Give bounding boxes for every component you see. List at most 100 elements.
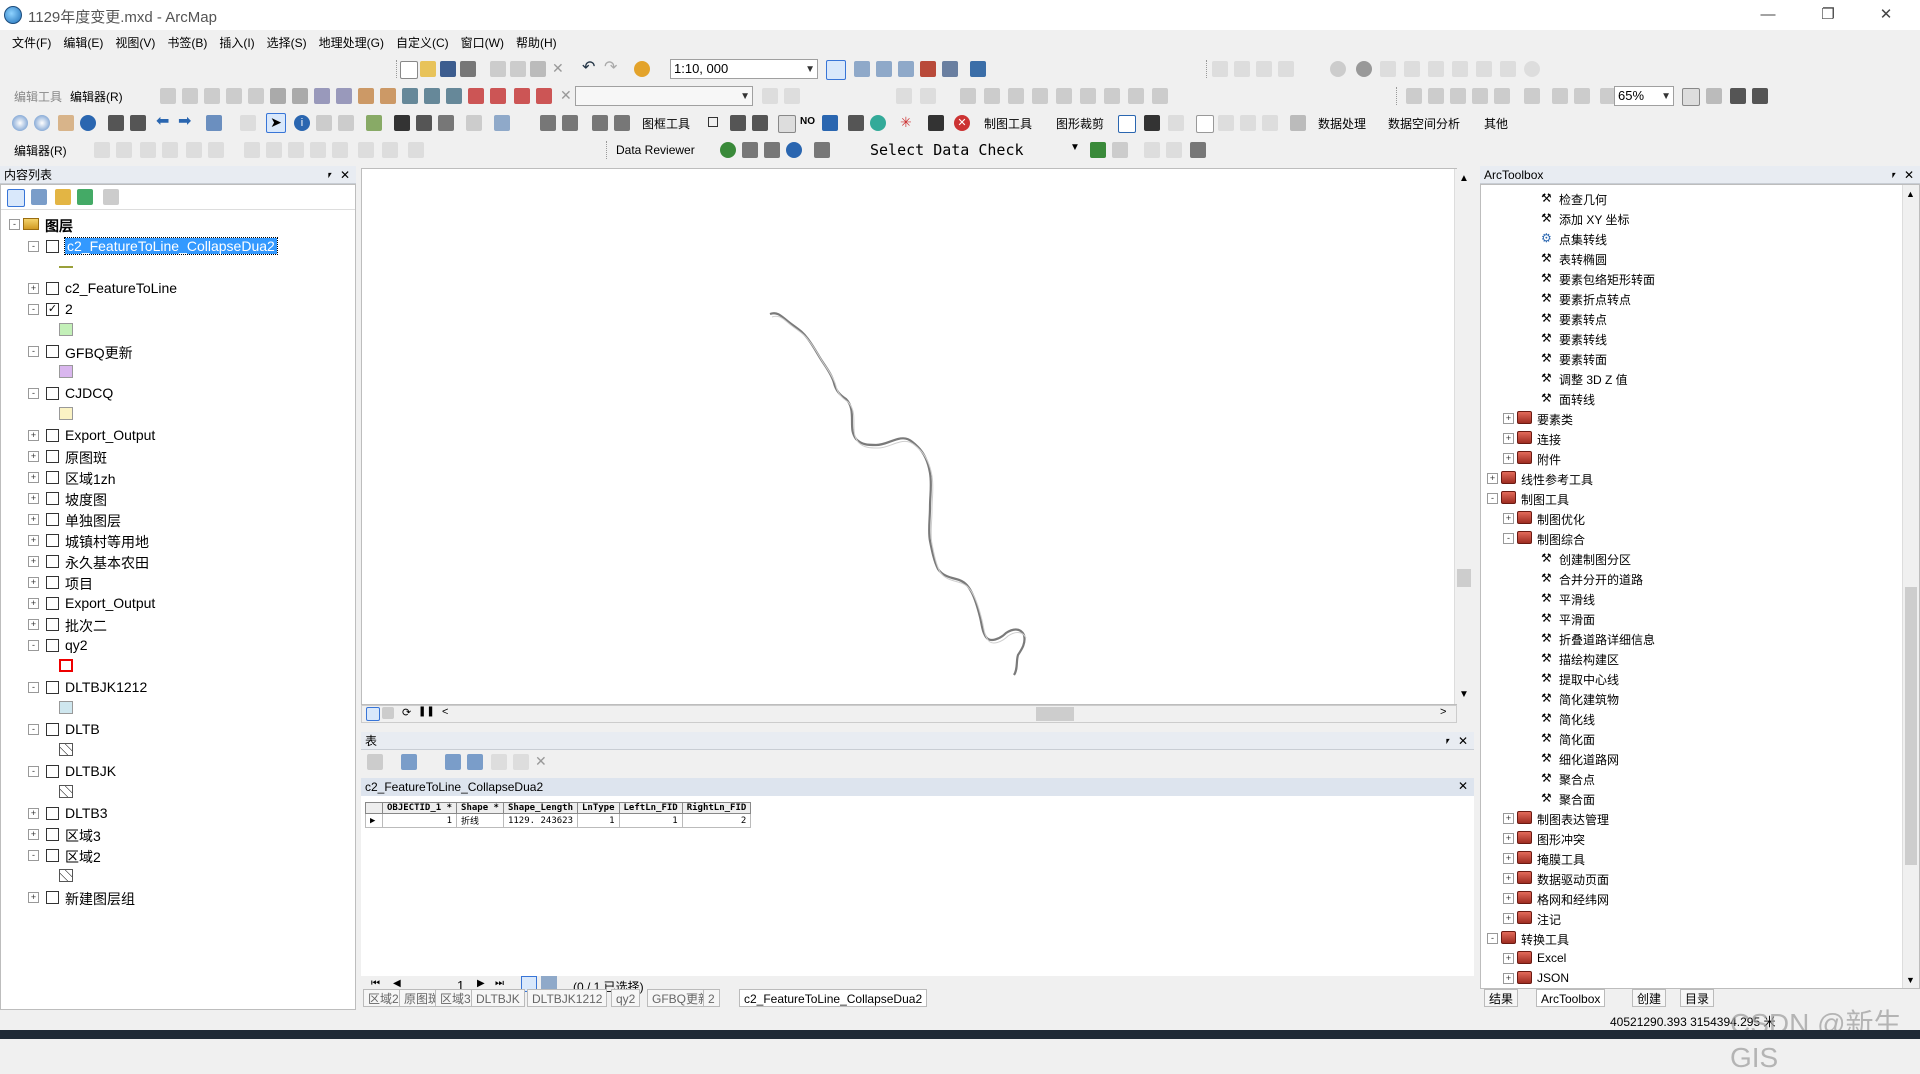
layer-symbol-swatch[interactable] (59, 659, 73, 672)
table-tab[interactable]: 2 (703, 989, 720, 1007)
reviewer-tool-icon[interactable] (742, 142, 758, 158)
collapse-icon[interactable]: - (28, 304, 39, 315)
table-tab[interactable]: DLTBJK (471, 989, 525, 1007)
expand-icon[interactable]: + (28, 619, 39, 630)
toc-layer-item[interactable]: + 单独图层 (1, 510, 355, 530)
scrollbar-thumb[interactable] (1905, 587, 1917, 865)
layer-symbol-swatch[interactable] (59, 365, 73, 378)
attribute-table[interactable]: OBJECTID_1 * Shape * Shape_Length LnType… (365, 802, 752, 828)
menu-windows[interactable]: 窗口(W) (455, 31, 510, 51)
collapse-icon[interactable]: - (1487, 493, 1498, 504)
zoom-out-icon[interactable] (34, 115, 50, 131)
new-doc-icon[interactable] (400, 61, 418, 79)
column-header[interactable]: LeftLn_FID (618, 802, 683, 814)
cartography-tools-menu[interactable]: 制图工具 (984, 115, 1032, 132)
toolbox-item[interactable]: ⚒ 简化面 (1481, 729, 1901, 747)
editor-menu-button-2[interactable]: 编辑器(R) (14, 142, 67, 159)
layer-symbol-swatch[interactable] (59, 785, 73, 798)
expand-icon[interactable]: + (1503, 433, 1514, 444)
expand-icon[interactable]: + (28, 892, 39, 903)
toolbox-item[interactable]: + 掩膜工具 (1481, 849, 1901, 867)
layout-view-icon[interactable] (382, 707, 394, 719)
expand-icon[interactable]: + (1503, 413, 1514, 424)
undo-icon[interactable]: ↶ (582, 60, 598, 77)
layout-tool-icon[interactable] (752, 115, 768, 131)
restore-button[interactable]: ❐ (1808, 4, 1848, 26)
toolbox-item[interactable]: ⚙ 点集转线 (1481, 229, 1901, 247)
expand-icon[interactable]: + (28, 283, 39, 294)
table-cell[interactable]: 折线 (456, 813, 504, 828)
open-folder-icon[interactable] (420, 61, 436, 77)
layer-target-combo[interactable]: ▼ (575, 86, 753, 106)
editor-menu-button[interactable]: 编辑器(R) (70, 88, 123, 105)
toolbox-item[interactable]: ⚒ 面转线 (1481, 389, 1901, 407)
layer-name[interactable]: DLTBJK1212 (65, 679, 147, 695)
layer-symbol-swatch[interactable] (59, 323, 73, 336)
clear-selection-icon[interactable] (491, 754, 507, 770)
layer-symbol-swatch[interactable] (59, 701, 73, 714)
globe-icon[interactable] (1356, 61, 1372, 77)
toc-layer-item[interactable]: + 区域1zh (1, 468, 355, 488)
layer-visibility-checkbox[interactable] (46, 807, 59, 820)
toc-layer-item[interactable]: + Export_Output (1, 426, 355, 446)
spatial-analysis-menu[interactable]: 数据空间分析 (1388, 115, 1460, 132)
data-view-icon[interactable] (366, 707, 380, 721)
expand-icon[interactable]: + (28, 556, 39, 567)
scroll-down-icon[interactable]: ▼ (1906, 975, 1915, 985)
pin-icon[interactable]: ⎖ (1443, 732, 1452, 750)
cut-icon[interactable] (490, 61, 506, 77)
layer-name[interactable]: Export_Output (65, 595, 155, 611)
collapse-icon[interactable]: - (28, 766, 39, 777)
toolbox-item[interactable]: ⚒ 要素折点转点 (1481, 289, 1901, 307)
select-elements-icon[interactable]: ➤ (266, 113, 286, 133)
layout-tool-icon[interactable] (1682, 88, 1700, 106)
expand-icon[interactable]: + (1503, 913, 1514, 924)
layer-visibility-checkbox[interactable] (46, 282, 59, 295)
layer-name[interactable]: c2_FeatureToLine (65, 280, 177, 296)
collapse-icon[interactable]: - (28, 682, 39, 693)
menu-insert[interactable]: 插入(I) (213, 31, 260, 51)
expand-icon[interactable]: + (1503, 813, 1514, 824)
column-header[interactable]: OBJECTID_1 * (381, 802, 458, 814)
layout-tool-icon[interactable] (730, 115, 746, 131)
print-icon[interactable] (460, 61, 476, 77)
toolbox-item[interactable]: ⚒ 简化建筑物 (1481, 689, 1901, 707)
catalog-window-icon[interactable] (876, 61, 892, 77)
expand-icon[interactable]: + (1503, 453, 1514, 464)
expand-icon[interactable]: + (1503, 973, 1514, 984)
layout-tool-icon[interactable] (1472, 88, 1488, 104)
edit-tool-icon[interactable] (468, 88, 484, 104)
edit-tool-icon[interactable] (402, 88, 418, 104)
layer-visibility-checkbox[interactable] (46, 765, 59, 778)
next-record-icon[interactable]: ▶ (477, 978, 485, 989)
toolbox-item[interactable]: ⚒ 表转椭圆 (1481, 249, 1901, 267)
toc-layer-item[interactable]: - ✓ 2 (1, 300, 355, 320)
toolbox-item[interactable]: ⚒ 调整 3D Z 值 (1481, 369, 1901, 387)
reviewer-tool-icon[interactable] (786, 142, 802, 158)
toc-layer-item[interactable]: + DLTB3 (1, 804, 355, 824)
edit-tool-icon[interactable] (380, 88, 396, 104)
layout-icon[interactable] (562, 115, 578, 131)
search-window-icon[interactable] (898, 61, 914, 77)
edit-tool-icon[interactable] (248, 88, 264, 104)
layout-tool-icon[interactable] (1574, 88, 1590, 104)
toolbox-item[interactable]: ⚒ 平滑线 (1481, 589, 1901, 607)
table-cell[interactable]: 1129. 243623 (502, 813, 579, 828)
globe-icon[interactable] (870, 115, 886, 131)
go-to-xy-icon[interactable] (438, 115, 454, 131)
layer-visibility-checkbox[interactable] (46, 639, 59, 652)
layer-name[interactable]: qy2 (65, 637, 88, 653)
redo-icon[interactable]: ↷ (604, 60, 620, 77)
toc-layer-item[interactable]: + 新建图层组 (1, 888, 355, 908)
zoom-in-icon[interactable] (12, 115, 28, 131)
toc-layer-item[interactable]: - GFBQ更新 (1, 342, 355, 362)
delete-icon[interactable]: ✕ (560, 88, 576, 104)
layer-name[interactable]: 区域2 (65, 847, 101, 867)
collapse-icon[interactable]: - (28, 850, 39, 861)
select-by-attributes-icon[interactable] (445, 754, 461, 770)
toc-layer-item[interactable]: - CJDCQ (1, 384, 355, 404)
edit-tool-icon[interactable] (314, 88, 330, 104)
edit-tool-icon[interactable] (270, 88, 286, 104)
expand-icon[interactable]: + (28, 535, 39, 546)
edit-tool-icon[interactable] (490, 88, 506, 104)
